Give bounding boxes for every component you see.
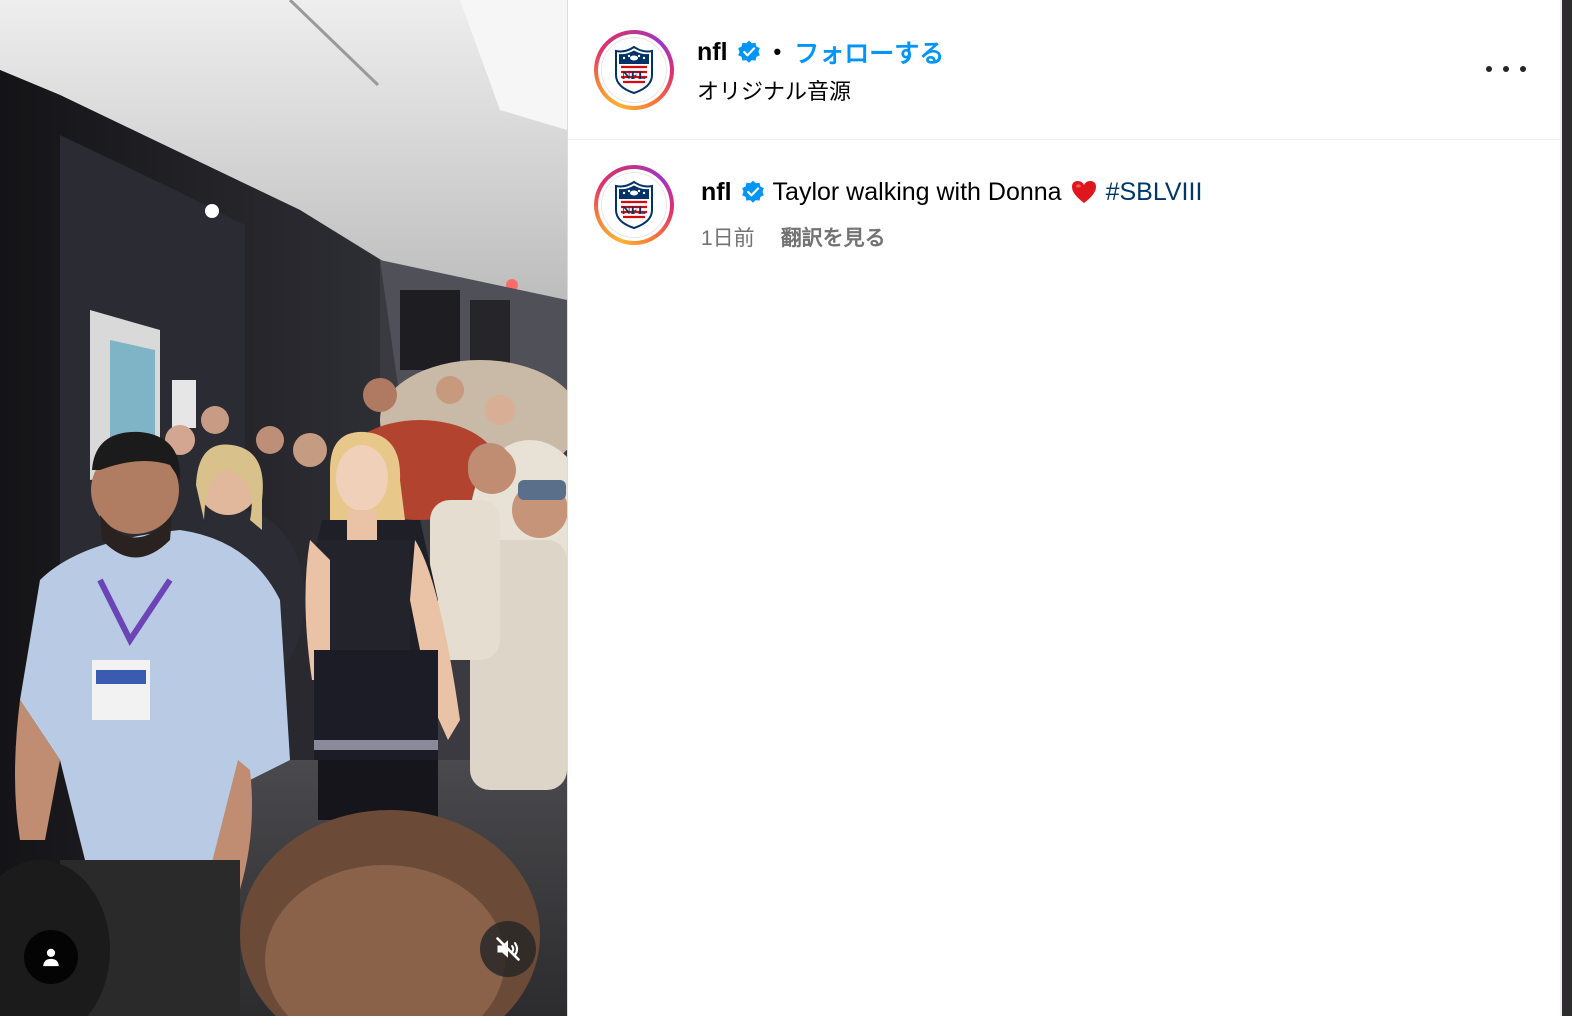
nfl-shield-logo: NFL bbox=[615, 180, 653, 230]
more-options-button[interactable] bbox=[1486, 54, 1526, 84]
original-audio-link[interactable]: オリジナル音源 bbox=[697, 74, 851, 106]
svg-text:NFL: NFL bbox=[622, 203, 646, 217]
red-heart-emoji-icon bbox=[1071, 181, 1096, 203]
speaker-muted-icon bbox=[496, 937, 520, 961]
caption-username[interactable]: nfl bbox=[701, 178, 732, 207]
nfl-shield-logo: NFL bbox=[615, 45, 653, 95]
post-timestamp[interactable]: 1日前 bbox=[701, 222, 755, 252]
caption-text: Taylor walking with Donna bbox=[772, 177, 1062, 206]
hashtag-link[interactable]: #SBLVIII bbox=[1106, 178, 1203, 207]
more-horizontal-icon bbox=[1486, 66, 1492, 72]
user-tag-icon bbox=[43, 948, 59, 967]
video-player[interactable] bbox=[0, 0, 567, 1016]
window-edge bbox=[1562, 0, 1572, 1016]
mute-toggle-button[interactable] bbox=[480, 921, 536, 977]
verified-badge-icon bbox=[741, 180, 764, 203]
verified-badge-icon bbox=[737, 40, 760, 63]
post-details-panel: NFL nfl • フォローする オリジナル音源 NFL nfl Taylor … bbox=[568, 0, 1560, 1016]
video-frame bbox=[0, 0, 567, 1016]
post-header: NFL nfl • フォローする オリジナル音源 bbox=[568, 0, 1560, 140]
caption-author-avatar[interactable]: NFL bbox=[594, 165, 674, 245]
instagram-post-page: NFL nfl • フォローする オリジナル音源 NFL nfl Taylor … bbox=[0, 0, 1572, 1016]
separator-dot: • bbox=[773, 39, 782, 64]
follow-button[interactable]: フォローする bbox=[794, 34, 944, 70]
tag-people-button[interactable] bbox=[24, 930, 78, 984]
author-avatar[interactable]: NFL bbox=[594, 30, 674, 110]
header-title-row: nfl • フォローする bbox=[697, 34, 944, 70]
svg-text:NFL: NFL bbox=[622, 68, 646, 82]
caption-row: nfl Taylor walking with Donna #SBLVIII bbox=[701, 174, 1202, 210]
see-translation-button[interactable]: 翻訳を見る bbox=[781, 222, 886, 252]
author-username[interactable]: nfl bbox=[697, 38, 728, 67]
caption-meta-row: 1日前 翻訳を見る bbox=[701, 222, 886, 252]
